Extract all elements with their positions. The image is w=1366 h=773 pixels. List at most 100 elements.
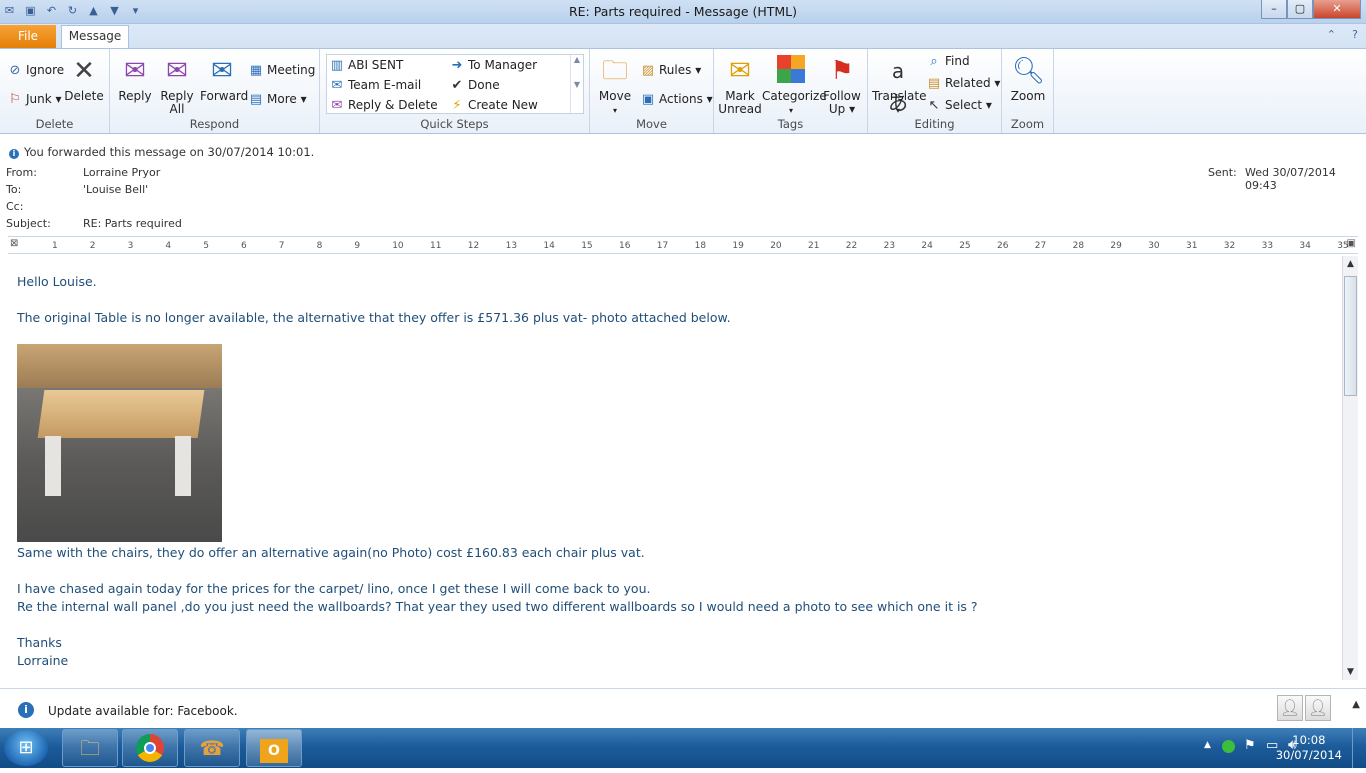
quick-step-reply-delete[interactable]: ✉ Reply & Delete [329, 98, 438, 113]
magnifier-icon: 🔍︎ [1012, 56, 1046, 86]
ruler-tick-label: 31 [1186, 241, 1198, 251]
clock-time: 10:08 [1292, 733, 1326, 747]
quick-step-done[interactable]: ✔ Done [449, 78, 500, 93]
select-button[interactable]: ↖ Select ▾ [926, 98, 992, 113]
explorer-taskbar-button[interactable]: 🗀 [62, 729, 118, 767]
sent-value: Wed 30/07/2014 09:43 [1245, 166, 1336, 192]
to-label: To: [6, 183, 22, 196]
quick-steps-group: ▥ ABI SENT ➜ To Manager ✉ Team E-mail ✔ Done… [320, 49, 590, 133]
ruler-tick-label: 2 [89, 241, 96, 251]
chrome-taskbar-button[interactable] [122, 729, 178, 767]
tab-file[interactable]: File [0, 25, 56, 48]
mark-unread-icon: ✉ [729, 56, 751, 86]
quick-step-to-manager[interactable]: ➜ To Manager [449, 58, 538, 73]
action-center-flag-icon[interactable]: ⚑ [1244, 738, 1256, 753]
window-title: RE: Parts required - Message (HTML) [568, 4, 798, 19]
meeting-button[interactable]: ▦ Meeting [248, 63, 316, 78]
show-desktop-button[interactable] [1352, 728, 1366, 768]
ruler-tick-label: 7 [278, 241, 285, 251]
start-button[interactable]: ⊞ [4, 730, 48, 766]
quick-steps-scroll[interactable]: ▲ ▼ [570, 55, 583, 113]
ruler-tick-label: 30 [1148, 241, 1160, 251]
phone-user-icon: ☎ [199, 736, 225, 760]
move-folder-icon: 🗀 [601, 56, 628, 86]
signature-text: Lorraine [17, 653, 69, 668]
team-email-icon: ✉ [331, 78, 343, 93]
find-button[interactable]: ⌕ Find [926, 54, 969, 69]
reply-all-button[interactable]: ✉ Reply All [158, 55, 196, 116]
ruler-tick-label: 3 [127, 241, 134, 251]
quick-step-abi-sent[interactable]: ▥ ABI SENT [329, 58, 403, 73]
contact-avatar[interactable]: 👤︎ [1305, 695, 1331, 721]
show-hidden-icons[interactable]: ▲ [1204, 740, 1211, 750]
vertical-scrollbar[interactable]: ▲ ▼ [1342, 256, 1358, 680]
move-group: 🗀 Move ▾ ▨ Rules ▾ ▣ Actions ▾ Move [590, 49, 714, 133]
more-respond-button[interactable]: ▤ More ▾ [248, 92, 307, 107]
close-button[interactable]: ✕ [1313, 0, 1361, 19]
move-group-label: Move [636, 117, 667, 131]
lync-taskbar-button[interactable]: ☎ [184, 729, 240, 767]
sent-label: Sent: [1208, 166, 1237, 179]
to-value[interactable]: 'Louise Bell' [83, 183, 148, 196]
categorize-icon [775, 55, 807, 87]
clock[interactable]: 10:08 30/07/2014 [1276, 733, 1342, 763]
ruler-tick-label: 19 [732, 241, 744, 251]
help-icon[interactable]: ? [1352, 28, 1358, 41]
update-text[interactable]: Update available for: Facebook. [48, 704, 238, 718]
scroll-down-arrow[interactable]: ▼ [1343, 664, 1358, 680]
categorize-button[interactable]: Categorize ▾ [762, 55, 827, 117]
quick-step-create-new[interactable]: ⚡ Create New [449, 98, 537, 113]
clock-date: 30/07/2014 [1275, 748, 1342, 762]
forward-button[interactable]: ✉ Forward [200, 55, 248, 103]
mark-unread-button[interactable]: ✉ Mark Unread [718, 55, 762, 116]
view-ruler-icon[interactable]: ▣ [1347, 238, 1356, 249]
ignore-button[interactable]: ⊘ Ignore [7, 63, 65, 78]
forwarded-info-bar[interactable]: i You forwarded this message on 30/07/201… [9, 145, 314, 159]
expand-people-pane-icon[interactable]: ▲ [1352, 699, 1360, 710]
ruler-tick-label: 1 [52, 241, 58, 251]
quick-steps-group-label: Quick Steps [420, 117, 489, 131]
folder-icon: 🗀 [80, 736, 100, 760]
message-body[interactable]: Hello Louise. The original Table is no l… [8, 256, 1342, 680]
translate-button[interactable]: aあ Translate ▾ [872, 55, 927, 117]
outlook-taskbar-button[interactable]: O [246, 729, 302, 767]
people-pane-bar: i Update available for: Facebook. ▲ [0, 688, 1366, 728]
minimize-button[interactable]: – [1261, 0, 1287, 19]
rules-button[interactable]: ▨ Rules ▾ [640, 63, 701, 78]
checkmark-icon: ✔ [451, 78, 463, 93]
ruler-tick-label: 34 [1299, 241, 1311, 251]
ruler-tick-label: 8 [316, 241, 323, 251]
junk-button[interactable]: ⚐ Junk ▾ [7, 92, 61, 107]
tab-stop-icon[interactable]: ⊠ [10, 238, 18, 249]
body-line-4: Re the internal wall panel ,do you just … [17, 599, 978, 614]
delete-button[interactable]: ✕ Delete [64, 55, 104, 103]
contact-avatar[interactable]: 👤︎ [1277, 695, 1303, 721]
ruler-tick-label: 5 [203, 241, 209, 251]
tab-message[interactable]: Message [61, 25, 129, 48]
related-button[interactable]: ▤ Related ▾ [926, 76, 1001, 91]
ruler[interactable]: ⊠ 1 2 3 4 5 6 7 8 9 10 11 12 13 14 15 16 17 18 19 20 21 22 23 2… [8, 236, 1358, 254]
scroll-up-icon[interactable]: ▲ [571, 55, 583, 64]
follow-up-button[interactable]: ⚑ Follow Up ▾ [822, 55, 862, 116]
table-photo[interactable] [17, 344, 222, 542]
more-icon: ▤ [249, 92, 263, 107]
ruler-tick-label: 21 [808, 241, 820, 251]
red-flag-icon: ⚑ [830, 56, 854, 86]
scroll-up-arrow[interactable]: ▲ [1343, 256, 1358, 272]
body-line-1: The original Table is no longer availabl… [17, 310, 731, 325]
scroll-thumb[interactable] [1344, 276, 1357, 396]
ruler-tick-label: 26 [997, 241, 1009, 251]
delete-icon: ✕ [73, 56, 95, 86]
body-line-2: Same with the chairs, they do offer an a… [17, 545, 645, 560]
status-green-icon[interactable] [1222, 740, 1235, 753]
maximize-button[interactable]: ▢ [1287, 0, 1313, 19]
move-button[interactable]: 🗀 Move ▾ [596, 55, 634, 117]
quick-step-team-email[interactable]: ✉ Team E-mail [329, 78, 422, 93]
reply-button[interactable]: ✉ Reply [116, 55, 154, 103]
zoom-button[interactable]: 🔍︎ Zoom [1008, 55, 1048, 103]
collapse-ribbon-icon[interactable]: ⌃ [1327, 28, 1336, 41]
from-value[interactable]: Lorraine Pryor [83, 166, 160, 179]
expand-gallery-icon[interactable]: ▼ [571, 80, 583, 89]
actions-button[interactable]: ▣ Actions ▾ [640, 92, 713, 107]
zoom-group: 🔍︎ Zoom Zoom [1002, 49, 1054, 133]
